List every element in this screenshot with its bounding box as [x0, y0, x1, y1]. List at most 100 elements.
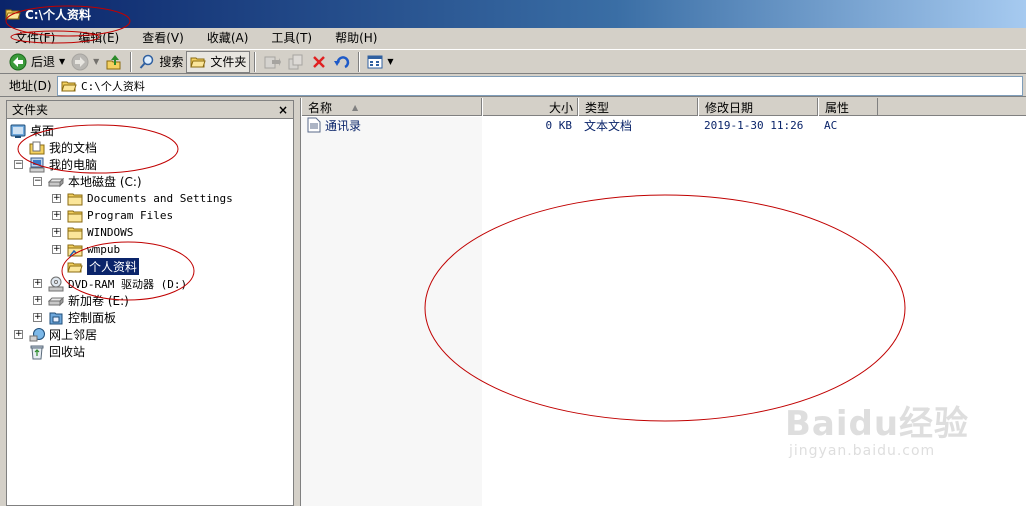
sort-ascending-icon: ▲: [352, 102, 359, 112]
menu-help[interactable]: 帮助(H): [328, 28, 384, 48]
baidu-watermark: Baidu经验 jingyan.baidu.com: [785, 396, 985, 486]
tree-item-my-computer[interactable]: 我的电脑: [29, 156, 97, 173]
expand-toggle[interactable]: +: [33, 296, 42, 305]
folder-pane-title: 文件夹: [12, 103, 49, 117]
tree-item-label: 回收站: [49, 345, 86, 359]
forward-button[interactable]: ▼: [68, 51, 102, 73]
tree-item-network-places[interactable]: 网上邻居: [29, 326, 97, 343]
tree-item-my-documents[interactable]: 我的文档: [29, 139, 97, 156]
tree-item-label: Documents and Settings: [87, 192, 233, 205]
file-attributes: AC: [824, 118, 838, 132]
collapse-toggle[interactable]: −: [33, 177, 42, 186]
window-title: C:\个人资料: [25, 7, 91, 22]
menu-edit[interactable]: 编辑(E): [71, 28, 126, 48]
network-icon: [29, 327, 45, 343]
back-label: 后退: [31, 55, 56, 69]
up-folder-button[interactable]: [102, 51, 126, 73]
views-button[interactable]: ▼: [364, 51, 396, 73]
file-modified: 2019-1-30 11:26: [704, 118, 804, 132]
folder-tree-pane: 文件夹 × 桌面 我的文档 − 我的电脑 − 本地磁盘 (C:) + Docum…: [6, 100, 294, 506]
control-panel-icon: [48, 310, 64, 326]
copy-to-button[interactable]: [284, 51, 308, 73]
watermark-url: jingyan.baidu.com: [789, 443, 936, 459]
address-input[interactable]: C:\个人资料: [57, 76, 1023, 96]
up-folder-icon: [106, 54, 121, 69]
tree-item-label: DVD-RAM 驱动器 (D:): [68, 277, 188, 291]
expand-toggle[interactable]: +: [14, 330, 23, 339]
tree-item-new-volume-e[interactable]: 新加卷 (E:): [48, 292, 129, 309]
dropdown-arrow-icon[interactable]: ▼: [93, 57, 99, 66]
title-bar: C:\个人资料: [0, 0, 1026, 28]
column-header-type[interactable]: 类型: [578, 98, 698, 116]
search-icon: [140, 54, 154, 69]
folder-icon: [67, 191, 83, 207]
sorted-column-shading: [301, 117, 482, 506]
copy-to-icon: [288, 54, 303, 69]
folders-label: 文件夹: [210, 55, 247, 69]
expand-toggle[interactable]: +: [52, 211, 61, 220]
column-header-bar: 名称 ▲ 大小 类型 修改日期 属性: [301, 98, 1026, 116]
tree-item-label: wmpub: [87, 243, 121, 256]
views-icon: [367, 55, 383, 68]
tree-item-label: 个人资料: [87, 258, 140, 275]
search-button[interactable]: 搜索: [136, 51, 186, 73]
open-folder-icon: [5, 9, 21, 20]
tree-item-personal-data[interactable]: 个人资料: [67, 258, 140, 275]
tree-item-recycle-bin[interactable]: 回收站: [29, 343, 85, 360]
menu-tools[interactable]: 工具(T): [264, 28, 319, 48]
address-label: 地址(D): [9, 79, 52, 93]
tree-item-documents-and-settings[interactable]: Documents and Settings: [67, 190, 233, 207]
column-header-label: 修改日期: [705, 100, 754, 115]
folder-icon: [67, 225, 83, 241]
tree-item-desktop[interactable]: 桌面: [10, 122, 54, 139]
tree-item-wmpub[interactable]: wmpub: [67, 241, 120, 258]
tree-item-label: WINDOWS: [87, 226, 134, 239]
back-button[interactable]: 后退 ▼: [6, 51, 68, 73]
column-header-name[interactable]: 名称 ▲: [301, 98, 482, 116]
tree-item-windows[interactable]: WINDOWS: [67, 224, 133, 241]
expand-toggle[interactable]: +: [52, 245, 61, 254]
delete-button[interactable]: [308, 51, 330, 73]
column-header-label: 大小: [548, 100, 573, 115]
menu-view[interactable]: 查看(V): [135, 28, 191, 48]
documents-folder-icon: [29, 140, 45, 156]
close-icon[interactable]: ×: [278, 103, 288, 117]
undo-button[interactable]: [330, 51, 354, 73]
column-header-label: 类型: [585, 100, 610, 115]
tree-item-control-panel[interactable]: 控制面板: [48, 309, 116, 326]
column-header-size[interactable]: 大小: [482, 98, 578, 116]
tree-item-label: 我的文档: [49, 141, 98, 155]
file-type: 文本文档: [584, 118, 633, 133]
file-row[interactable]: 通讯录 0 KB 文本文档 2019-1-30 11:26 AC: [301, 117, 1026, 133]
toolbar-separator: [358, 51, 361, 72]
delete-x-icon: [313, 55, 326, 68]
collapse-toggle[interactable]: −: [14, 160, 23, 169]
tree-item-dvd-drive[interactable]: DVD-RAM 驱动器 (D:): [48, 275, 187, 292]
tree-item-label: 网上邻居: [49, 328, 98, 342]
folder-icon: [67, 208, 83, 224]
tree-item-local-disk-c[interactable]: 本地磁盘 (C:): [48, 173, 142, 190]
hard-drive-icon: [48, 293, 64, 309]
tree-item-label: Program Files: [87, 209, 174, 222]
expand-toggle[interactable]: +: [33, 313, 42, 322]
tree-item-program-files[interactable]: Program Files: [67, 207, 173, 224]
column-header-label: 属性: [825, 100, 850, 115]
dropdown-arrow-icon[interactable]: ▼: [59, 57, 65, 66]
toolbar-separator: [254, 51, 257, 72]
expand-toggle[interactable]: +: [52, 194, 61, 203]
folders-button[interactable]: 文件夹: [186, 50, 251, 73]
dropdown-arrow-icon[interactable]: ▼: [387, 57, 393, 66]
expand-toggle[interactable]: +: [33, 279, 42, 288]
tree-item-label: 桌面: [30, 124, 55, 138]
open-folder-icon: [61, 81, 77, 92]
column-header-attributes[interactable]: 属性: [818, 98, 878, 116]
shared-folder-icon: [67, 242, 83, 258]
menu-favorites[interactable]: 收藏(A): [200, 28, 256, 48]
computer-icon: [29, 157, 45, 173]
column-header-modified[interactable]: 修改日期: [698, 98, 818, 116]
menu-file[interactable]: 文件(F): [8, 28, 62, 48]
expand-toggle[interactable]: +: [52, 228, 61, 237]
move-to-icon: [264, 56, 282, 68]
move-to-button[interactable]: [260, 51, 284, 73]
search-label: 搜索: [159, 55, 184, 69]
